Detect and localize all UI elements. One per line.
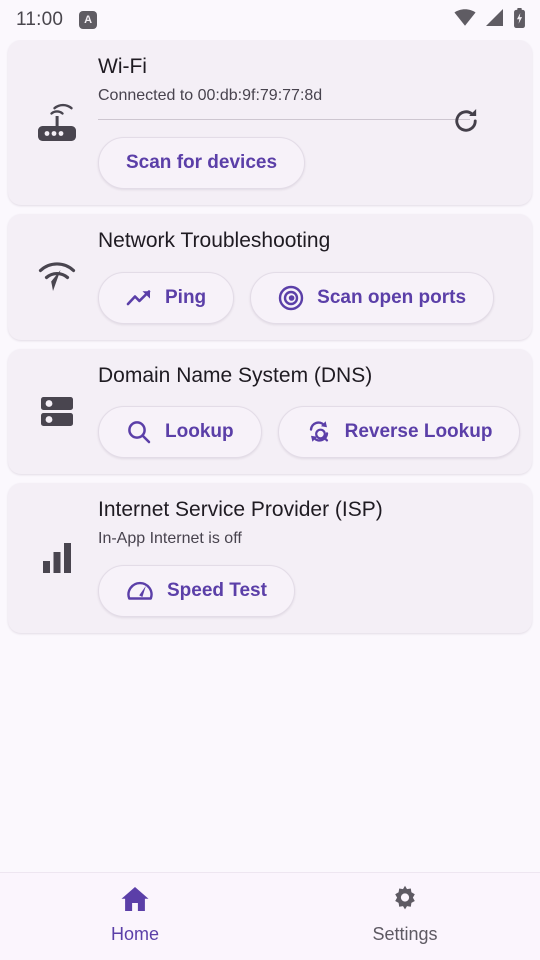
card-network-body: Network Troubleshooting Ping Scan open p… [8,228,532,324]
card-wifi[interactable]: Wi-Fi Connected to 00:db:9f:79:77:8d Sca… [8,40,532,206]
card-subtitle: In-App Internet is off [98,530,242,547]
reverse-search-icon [306,419,332,445]
dns-lookup-label: Lookup [165,420,234,442]
dns-server-icon [34,388,80,434]
home-icon [120,885,150,916]
signal-bars-icon [34,535,80,581]
status-bar-left: 11:00 A [16,9,98,31]
nav-item-home-label: Home [110,924,159,944]
card-network-actions: Ping Scan open ports [98,271,516,324]
dns-reverse-lookup-button[interactable]: Reverse Lookup [277,405,521,458]
nav-item-settings[interactable]: Settings [315,885,495,945]
trending-up-icon [126,288,152,308]
cards-container: Wi-Fi Connected to 00:db:9f:79:77:8d Sca… [0,40,540,872]
card-dns-body: Domain Name System (DNS) Lookup Reverse … [8,363,532,458]
refresh-icon [451,106,481,139]
nav-item-settings-label: Settings [372,924,438,944]
router-icon [34,100,80,146]
speed-test-button[interactable]: Speed Test [98,565,295,617]
scan-open-ports-label: Scan open ports [317,286,467,308]
card-title: Internet Service Provider (ISP) [98,497,383,521]
ping-label: Ping [165,286,207,308]
card-wifi-actions: Scan for devices [98,137,516,190]
wifi-refresh-button[interactable] [446,103,486,143]
scan-for-devices-button[interactable]: Scan for devices [98,137,306,190]
ping-button[interactable]: Ping [98,271,235,324]
target-icon [278,285,304,311]
card-isp[interactable]: Internet Service Provider (ISP) In-App I… [8,482,532,633]
speedometer-icon [126,577,154,605]
network-check-icon [34,254,80,300]
card-dns[interactable]: Domain Name System (DNS) Lookup Reverse … [8,348,532,474]
card-dns-actions: Lookup Reverse Lookup [98,405,521,458]
search-icon [126,419,152,445]
gear-icon [391,885,419,916]
card-divider [98,119,470,121]
speed-test-label: Speed Test [167,580,267,601]
status-bar-clock: 11:00 [16,9,64,30]
card-title: Domain Name System (DNS) [98,363,373,387]
dns-reverse-lookup-label: Reverse Lookup [344,420,493,442]
scan-open-ports-button[interactable]: Scan open ports [250,271,495,324]
card-title: Network Troubleshooting [98,229,331,253]
wifi-icon [454,9,476,31]
status-bar: 11:00 A [0,0,540,40]
card-isp-body: Internet Service Provider (ISP) In-App I… [8,497,532,617]
card-isp-actions: Speed Test [98,565,516,617]
dns-lookup-button[interactable]: Lookup [98,405,262,458]
bottom-navigation-bar: Home Settings [0,872,540,960]
app-notification-badge-icon: A [79,11,98,29]
nav-item-home[interactable]: Home [45,885,225,945]
battery-charging-icon [513,7,526,33]
card-network-troubleshooting[interactable]: Network Troubleshooting Ping Scan open p… [8,214,532,340]
scan-for-devices-label: Scan for devices [126,152,278,174]
cellular-signal-icon [485,9,504,31]
status-bar-right [454,7,526,33]
app-screen: 11:00 A Wi-Fi Connected to 00:db:9f:79:7… [0,0,540,960]
card-title: Wi-Fi [98,55,147,78]
